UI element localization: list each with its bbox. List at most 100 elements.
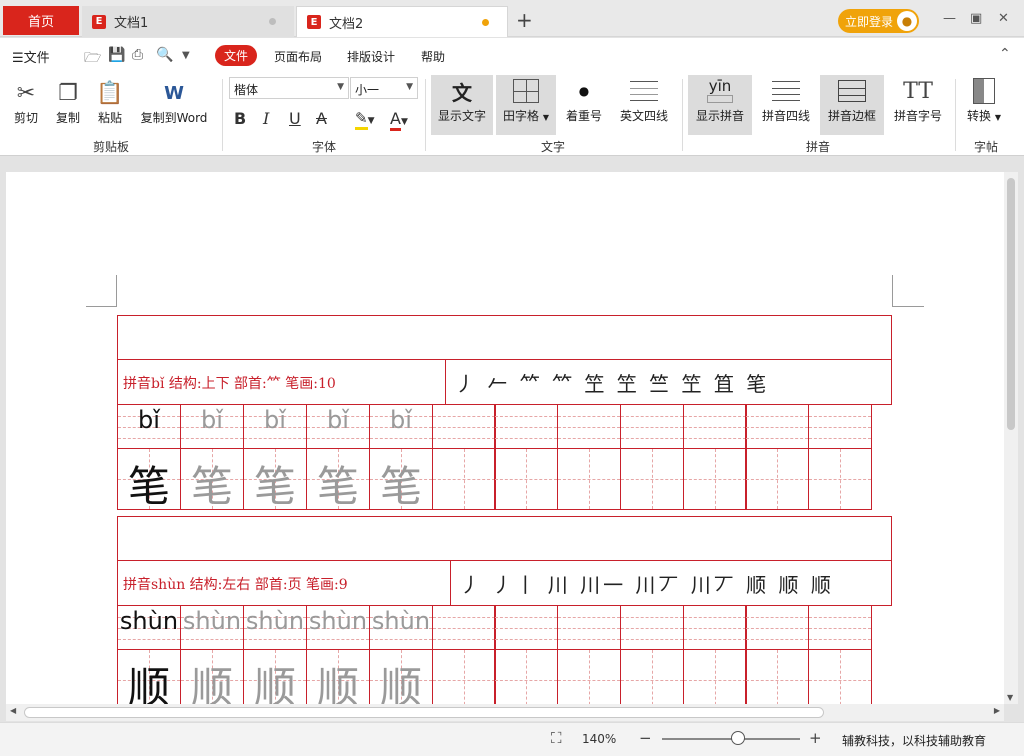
fit-page-icon[interactable]: ⛶ — [551, 729, 562, 747]
show-pinyin-button[interactable]: yīn 显示拼音 — [688, 75, 752, 135]
scroll-down-icon[interactable]: ▼ — [1007, 693, 1013, 702]
menu-help[interactable]: 帮助 — [421, 48, 445, 65]
pinyin-four-lines-button[interactable]: 拼音四线 — [757, 75, 815, 135]
guide-line — [746, 438, 808, 439]
ribbon: ✂ 剪切 ❐ 复制 📋 粘贴 W 复制到Word 剪贴板 楷体 ▼ 小一 ▼ B… — [0, 73, 1024, 156]
guide-line — [495, 680, 557, 681]
font-family-select[interactable]: 楷体 ▼ — [229, 77, 349, 99]
menu-file-tab[interactable]: 文件 — [215, 45, 257, 66]
scroll-left-icon[interactable]: ◀ — [10, 706, 16, 715]
close-button[interactable]: ✕ — [998, 11, 1009, 26]
tab-label: 文档2 — [329, 16, 364, 32]
guide-line — [621, 438, 683, 439]
print-preview-icon[interactable]: 🔍 — [156, 47, 173, 63]
character-cell: 笔 — [306, 448, 370, 510]
english-four-lines-button[interactable]: 英文四线 — [616, 75, 672, 135]
text-group-label: 文字 — [541, 140, 566, 154]
menu-typesetting[interactable]: 排版设计 — [347, 48, 395, 65]
bold-button[interactable]: B — [234, 109, 246, 128]
guide-line — [746, 617, 808, 618]
quick-access-dropdown-icon[interactable]: ▼ — [182, 50, 190, 61]
new-tab-button[interactable]: + — [516, 8, 533, 32]
font-size-select[interactable]: 小一 ▼ — [350, 77, 418, 99]
copy-to-word-button[interactable]: W 复制到Word — [136, 77, 212, 135]
menu-page-layout[interactable]: 页面布局 — [274, 48, 322, 65]
horizontal-scrollbar[interactable]: ◀ ▶ — [6, 704, 1004, 721]
chevron-down-icon: ▼ — [337, 82, 344, 92]
pinyin-size-label: 拼音字号 — [893, 109, 942, 123]
paste-button[interactable]: 📋 粘贴 — [92, 77, 128, 135]
character-text: 笔 — [253, 462, 296, 510]
block-header-area — [117, 516, 892, 561]
italic-button[interactable]: I — [263, 109, 269, 128]
pinyin-cell — [745, 605, 809, 650]
character-cell: 顺 — [369, 649, 433, 704]
pinyin-cell — [620, 404, 684, 449]
zoom-slider-handle[interactable] — [730, 731, 745, 745]
grid-label: 田字格 — [503, 109, 540, 123]
collapse-ribbon-icon[interactable]: ⌃ — [999, 46, 1011, 62]
guide-line — [464, 650, 465, 704]
user-avatar-icon: ● — [897, 11, 917, 31]
tianzige-grid-button[interactable]: 田字格 ▼ — [496, 75, 556, 135]
minimize-button[interactable]: — — [943, 11, 956, 26]
horizontal-scroll-thumb[interactable] — [24, 707, 824, 718]
guide-line — [621, 680, 683, 681]
status-bar: ⛶ 140% − + 辅教科技，以科技辅助教育 — [0, 722, 1024, 756]
pinyin-lines-label: 拼音四线 — [761, 109, 810, 123]
copy-button[interactable]: ❐ 复制 — [50, 77, 86, 135]
maximize-button[interactable]: ▣ — [970, 11, 982, 26]
dot-icon: ● — [578, 84, 590, 98]
pinyin-text: shùn — [308, 607, 368, 635]
strikethrough-button[interactable]: A — [316, 109, 327, 128]
pinyin-cell — [432, 605, 496, 650]
document-canvas[interactable]: 拼音bǐ 结构:上下 部首:⺮ 笔画:10 丿 𠂉 ⺮ ⺮ 笁 笁 竺 笁 笡 … — [6, 172, 1004, 704]
guide-line — [684, 416, 746, 417]
show-pinyin-label: 显示拼音 — [695, 109, 744, 123]
guide-line — [746, 628, 808, 629]
tab-document-1[interactable]: E 文档1 — [82, 6, 294, 37]
save-icon[interactable]: 💾 — [108, 47, 125, 63]
convert-button[interactable]: 转换 ▼ — [963, 75, 1005, 135]
login-button[interactable]: 立即登录 ● — [838, 9, 919, 33]
pinyin-text: bǐ — [327, 406, 349, 434]
page-corner-mark — [892, 275, 924, 307]
text-size-icon: TT — [903, 78, 933, 104]
print-icon[interactable]: ⎙ — [132, 47, 143, 63]
title-bar: 首页 E 文档1 E 文档2 + 立即登录 ● — ▣ ✕ — [0, 0, 1024, 37]
scissors-icon: ✂ — [16, 80, 36, 106]
character-cell — [808, 649, 872, 704]
guide-line — [495, 427, 557, 428]
zoom-out-button[interactable]: − — [639, 729, 652, 747]
cut-button[interactable]: ✂ 剪切 — [8, 77, 44, 135]
underline-button[interactable]: U — [289, 109, 301, 128]
pinyin-cell — [432, 404, 496, 449]
highlight-button[interactable]: ✎▼ — [355, 109, 375, 130]
scroll-right-icon[interactable]: ▶ — [994, 706, 1000, 715]
vertical-scroll-thumb[interactable] — [1007, 178, 1015, 430]
pinyin-border-button[interactable]: 拼音边框 — [820, 75, 884, 135]
font-family-value: 楷体 — [234, 83, 259, 97]
tab-document-2[interactable]: E 文档2 — [296, 6, 508, 37]
pinyin-icon: yīn — [707, 75, 733, 107]
tab-home[interactable]: 首页 — [3, 6, 79, 35]
paste-label: 粘贴 — [97, 111, 122, 125]
show-text-button[interactable]: 文 显示文字 — [431, 75, 493, 135]
info-divider — [450, 561, 451, 605]
stroke-order: 丿 丿丨 川 川一 川丆 川丆 顺 顺 顺 — [460, 573, 834, 597]
block-header-area — [117, 315, 892, 360]
guide-line — [433, 680, 495, 681]
guide-line — [809, 427, 871, 428]
guide-line — [684, 617, 746, 618]
open-folder-icon[interactable]: 🗁 — [84, 47, 101, 71]
character-text: 顺 — [316, 663, 359, 704]
clipboard-icon: 📋 — [96, 80, 124, 106]
guide-line — [715, 650, 716, 704]
emphasis-mark-button[interactable]: ● 着重号 — [562, 75, 606, 135]
pinyin-font-size-button[interactable]: TT 拼音字号 — [889, 75, 947, 135]
file-menu-button[interactable]: ☰文件 — [12, 47, 50, 66]
vertical-scrollbar[interactable]: ▼ — [1004, 172, 1018, 704]
font-color-button[interactable]: A▼ — [390, 109, 408, 131]
guide-line — [558, 617, 620, 618]
zoom-in-button[interactable]: + — [809, 729, 822, 747]
